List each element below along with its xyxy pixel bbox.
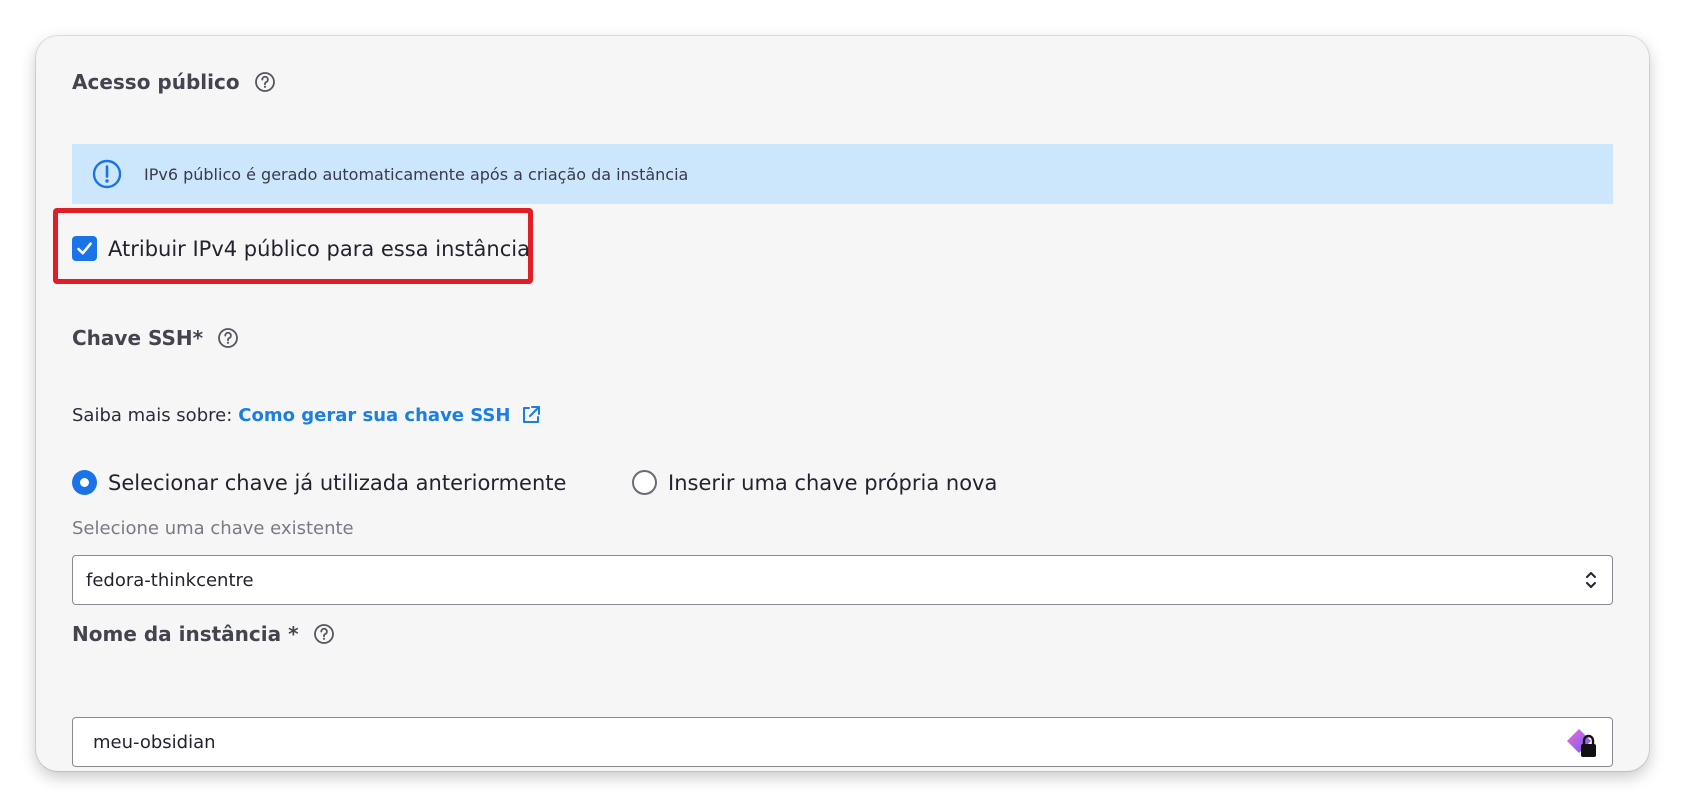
ipv6-info-banner: IPv6 público é gerado automaticamente ap… [72,144,1613,204]
public-access-title: Acesso público [72,70,240,94]
password-manager-lock-icon[interactable] [1565,727,1599,759]
existing-key-select-value: fedora-thinkcentre [86,569,254,591]
instance-name-heading: Nome da instância * [72,622,335,646]
ipv4-checkbox[interactable] [72,236,97,261]
radio-new-key-input[interactable] [632,470,657,495]
ssh-learn-more: Saiba mais sobre: Como gerar sua chave S… [72,404,542,426]
radio-new-key[interactable]: Inserir uma chave própria nova [632,470,997,495]
existing-key-field-label: Selecione uma chave existente [72,518,354,539]
ssh-guide-link[interactable]: Como gerar sua chave SSH [238,405,510,426]
chevron-up-down-icon [1586,572,1596,588]
learn-more-prefix: Saiba mais sobre: [72,404,233,426]
existing-key-select[interactable]: fedora-thinkcentre [72,555,1613,605]
ipv6-info-text: IPv6 público é gerado automaticamente ap… [144,164,689,184]
check-icon [77,242,92,255]
external-link-icon[interactable] [520,404,542,426]
help-circle-icon[interactable] [254,71,276,93]
ipv4-checkbox-label[interactable]: Atribuir IPv4 público para essa instânci… [108,237,530,261]
instance-config-panel: Acesso público IPv6 público é gerado aut… [36,36,1649,771]
radio-new-key-label[interactable]: Inserir uma chave própria nova [668,471,997,495]
public-access-heading: Acesso público [72,70,276,94]
radio-existing-key-label[interactable]: Selecionar chave já utilizada anteriorme… [108,471,566,495]
ipv4-checkbox-row[interactable]: Atribuir IPv4 público para essa instânci… [72,236,530,261]
help-circle-icon[interactable] [313,623,335,645]
radio-existing-key-input[interactable] [72,470,97,495]
radio-existing-key[interactable]: Selecionar chave já utilizada anteriorme… [72,470,566,495]
ssh-key-heading: Chave SSH* [72,326,239,350]
instance-name-input[interactable] [72,717,1613,767]
help-circle-icon[interactable] [217,327,239,349]
ssh-key-title: Chave SSH* [72,326,204,350]
info-circle-icon [91,158,123,190]
instance-name-title: Nome da instância * [72,622,299,646]
